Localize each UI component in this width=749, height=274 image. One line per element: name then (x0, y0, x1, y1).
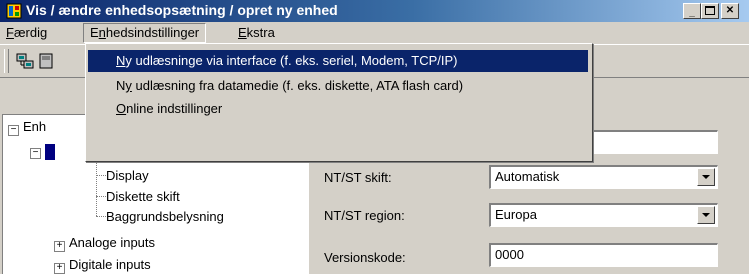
menu-item-text: N (116, 78, 126, 93)
expand-icon[interactable]: + (54, 241, 65, 252)
tree-line (96, 216, 106, 218)
menu-item-ny-udlaesning-interface[interactable]: Ny udlæsninge via interface (f. eks. ser… (88, 50, 588, 72)
nt-st-skift-value: Automatisk (495, 169, 560, 184)
close-button[interactable]: ✕ (721, 3, 739, 19)
window-title: Vis / ændre enhedsopsætning / opret ny e… (26, 2, 338, 18)
menu-enhedsindstillinger-rest: hedsindstillinger (105, 25, 200, 40)
menu-item-mnemonic: N (116, 53, 126, 68)
menu-item-mnemonic: O (116, 101, 127, 116)
menu-item-ny-udlaesning-datamedie[interactable]: Ny udlæsning fra datamedie (f. eks. disk… (88, 75, 588, 97)
minimize-button[interactable]: _ (683, 3, 701, 19)
tree-line (96, 160, 98, 216)
menu-item-online-indstillinger[interactable]: Online indstillinger (88, 98, 588, 120)
application-icon[interactable] (6, 3, 22, 19)
tree-item-analoge-inputs[interactable]: Analoge inputs (69, 235, 155, 250)
versionskode-label: Versionskode: (324, 250, 406, 265)
menu-item-text: nline indstillinger (126, 101, 223, 116)
nt-st-region-label: NT/ST region: (324, 208, 405, 223)
collapse-icon[interactable]: − (8, 125, 19, 136)
menu-enhedsindstillinger[interactable]: Enhedsindstillinger (83, 23, 207, 43)
tree-item-digitale-inputs[interactable]: Digitale inputs (69, 257, 151, 272)
menu-item-text: udlæsning fra datamedie (f. eks. diskett… (131, 78, 464, 93)
nt-st-skift-select[interactable]: Automatisk (489, 165, 718, 189)
chevron-down-icon[interactable] (697, 168, 715, 186)
chevron-down-icon[interactable] (697, 206, 715, 224)
device-icon[interactable] (38, 52, 56, 70)
menu-faerdig-rest: ærdig (13, 25, 48, 40)
maximize-icon (705, 6, 715, 15)
menu-ekstra[interactable]: Ekstra (234, 24, 279, 41)
versionskode-value: 0000 (495, 247, 524, 262)
expand-icon[interactable]: + (54, 263, 65, 274)
nt-st-region-value: Europa (495, 207, 537, 222)
minimize-icon: _ (689, 7, 695, 18)
nt-st-region-select[interactable]: Europa (489, 203, 718, 227)
collapse-icon[interactable]: − (30, 148, 41, 159)
maximize-button[interactable] (701, 3, 719, 19)
tree-root-label[interactable]: Enh (23, 119, 46, 134)
nt-st-skift-label: NT/ST skift: (324, 170, 392, 185)
toolbar-grip[interactable] (4, 49, 9, 73)
tree-line (96, 175, 106, 177)
tree-item-diskette-skift[interactable]: Diskette skift (106, 189, 180, 204)
menu-faerdig[interactable]: Færdig (2, 24, 51, 41)
tree-item-baggrundsbelysning[interactable]: Baggrundsbelysning (106, 209, 224, 224)
versionskode-input[interactable]: 0000 (489, 243, 718, 267)
menu-ekstra-rest: kstra (246, 25, 275, 40)
tree-item-display[interactable]: Display (106, 168, 149, 183)
menu-item-text: y udlæsninge via interface (f. eks. seri… (125, 53, 458, 68)
tree-line (96, 196, 106, 198)
network-icon[interactable] (16, 52, 34, 70)
close-icon: ✕ (725, 5, 735, 16)
folder-icon (45, 144, 55, 160)
